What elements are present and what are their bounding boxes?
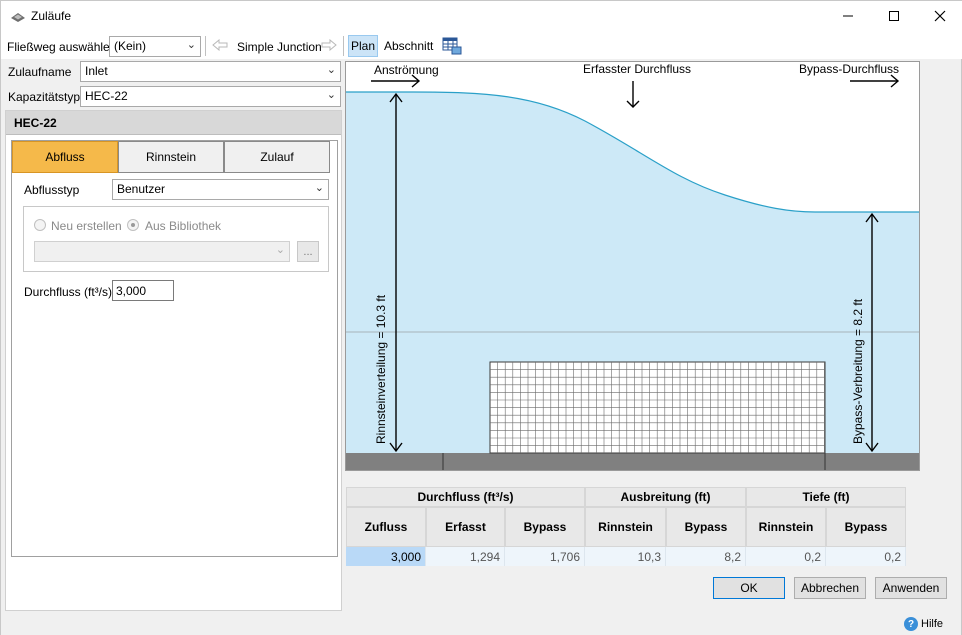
inlet-diagram: Anströmung Erfasster Durchfluss Bypass-D… [345,61,920,471]
arrow-right-icon[interactable] [321,38,337,54]
arrow-left-icon[interactable] [212,38,228,54]
tab-plan-label: Plan [350,39,376,53]
library-group: Neu erstellen Aus Bibliothek ⌄ ... [23,206,329,272]
tab-rinnstein[interactable]: Rinnstein [118,141,224,173]
chevron-down-icon: ⌄ [186,39,196,51]
flow-type-value: Benutzer [117,182,166,196]
results-column-header: Rinnstein [585,507,666,547]
browse-label: ... [303,245,313,258]
capacity-type-select[interactable]: HEC-22 ⌄ [80,86,341,107]
tab-zulauf[interactable]: Zulauf [224,141,330,173]
discharge-value: 3,000 [116,284,147,298]
app-icon [10,10,26,24]
cancel-button[interactable]: Abbrechen [794,577,866,599]
chevron-down-icon: ⌄ [326,64,336,76]
results-cell: 10,3 [585,547,666,566]
flow-path-select[interactable]: (Kein) ⌄ [109,36,201,57]
export-table-icon[interactable] [442,36,462,58]
header-depth: Tiefe (ft) [802,490,850,504]
toolbar-separator [205,36,206,56]
radio-library[interactable] [127,219,139,231]
radio-library-label: Aus Bibliothek [145,219,222,233]
junction-label: Simple Junction [237,40,322,54]
capacity-type-value: HEC-22 [85,89,128,103]
tab-rinnstein-label: Rinnstein [145,150,197,164]
status-bar [1,613,961,635]
title-bar: Zuläufe [1,1,962,33]
radio-new-label: Neu erstellen [51,219,122,233]
help-icon: ? [904,617,918,631]
results-column-header: Bypass [826,507,906,547]
bypass-flow-label: Bypass-Durchfluss [799,62,899,76]
tab-section-label: Abschnitt [384,39,434,53]
discharge-label: Durchfluss (ft³/s) [24,285,113,299]
inlet-name-label: Zulaufname [8,65,72,79]
flow-type-select[interactable]: Benutzer ⌄ [112,179,329,200]
close-icon [934,9,946,25]
tab-abfluss[interactable]: Abfluss [12,141,118,173]
tab-plan[interactable]: Plan [348,35,378,57]
results-header-group-3: Tiefe (ft) [746,487,906,507]
flow-path-value: (Kein) [114,39,147,53]
results-cell[interactable]: 3,000 [346,547,426,566]
approach-flow-label: Anströmung [374,63,439,77]
help-button[interactable]: ? Hilfe [904,616,943,632]
curb [346,453,919,470]
chevron-down-icon: ⌄ [275,244,285,256]
browse-button[interactable]: ... [297,241,319,262]
toolbar: Fließweg auswählen (Kein) ⌄ Simple Junct… [1,33,962,59]
discharge-input[interactable]: 3,000 [112,280,174,301]
results-cell: 0,2 [746,547,826,566]
apply-button[interactable]: Anwenden [875,577,947,599]
results-cell: 0,2 [826,547,906,566]
chevron-down-icon: ⌄ [314,182,324,194]
tab-section[interactable]: Abschnitt [381,35,436,57]
inlet-name-select[interactable]: Inlet ⌄ [80,61,341,82]
toolbar-separator [343,36,344,56]
chevron-down-icon: ⌄ [326,89,336,101]
capacity-type-label: Kapazitätstyp [8,90,81,104]
ok-button[interactable]: OK [713,577,785,599]
results-column-header: Bypass [666,507,746,547]
group-title: HEC-22 [14,116,57,130]
radio-new[interactable] [34,219,46,231]
results-column-header: Bypass [505,507,585,547]
results-cell: 1,706 [505,547,585,566]
dialog-window: Zuläufe Fließweg auswählen (Kein) ⌄ Simp… [0,0,962,635]
window-title: Zuläufe [31,9,72,23]
library-select[interactable]: ⌄ [34,241,290,262]
tab-content-frame [11,140,338,557]
minimize-button[interactable] [825,1,871,33]
header-spread: Ausbreitung (ft) [620,490,711,504]
ok-label: OK [740,581,758,595]
close-button[interactable] [917,1,962,33]
cancel-label: Abbrechen [800,581,860,595]
results-cell: 8,2 [666,547,746,566]
results-column-header: Rinnstein [746,507,826,547]
apply-label: Anwenden [882,581,940,595]
maximize-icon [888,9,900,25]
results-cell: 1,294 [426,547,505,566]
flow-type-label: Abflusstyp [24,183,80,197]
inlet-name-value: Inlet [85,64,108,78]
results-header-group-1: Durchfluss (ft³/s) [346,487,585,507]
minimize-icon [842,9,854,25]
maximize-button[interactable] [871,1,917,33]
flow-path-label: Fließweg auswählen [7,40,117,54]
results-header-group-2: Ausbreitung (ft) [585,487,746,507]
grate [489,361,826,454]
radio-library-dot [131,223,135,227]
group-header: HEC-22 [6,111,341,135]
results-column-header: Zufluss [346,507,426,547]
results-table: Durchfluss (ft³/s) Ausbreitung (ft) Tief… [346,487,906,567]
header-flow: Durchfluss (ft³/s) [417,490,514,504]
help-label: Hilfe [921,618,944,630]
results-column-header: Erfasst [426,507,505,547]
captured-flow-label: Erfasster Durchfluss [583,62,691,76]
gutter-spread-label: Rinnsteinverteilung = 10.3 ft [374,294,388,444]
tab-abfluss-label: Abfluss [45,150,85,164]
hec22-group: HEC-22 Abfluss Rinnstein Zulauf Abflusst… [5,110,342,611]
tab-zulauf-label: Zulauf [260,150,294,164]
bypass-spread-label: Bypass-Verbreitung = 8.2 ft [851,298,865,444]
